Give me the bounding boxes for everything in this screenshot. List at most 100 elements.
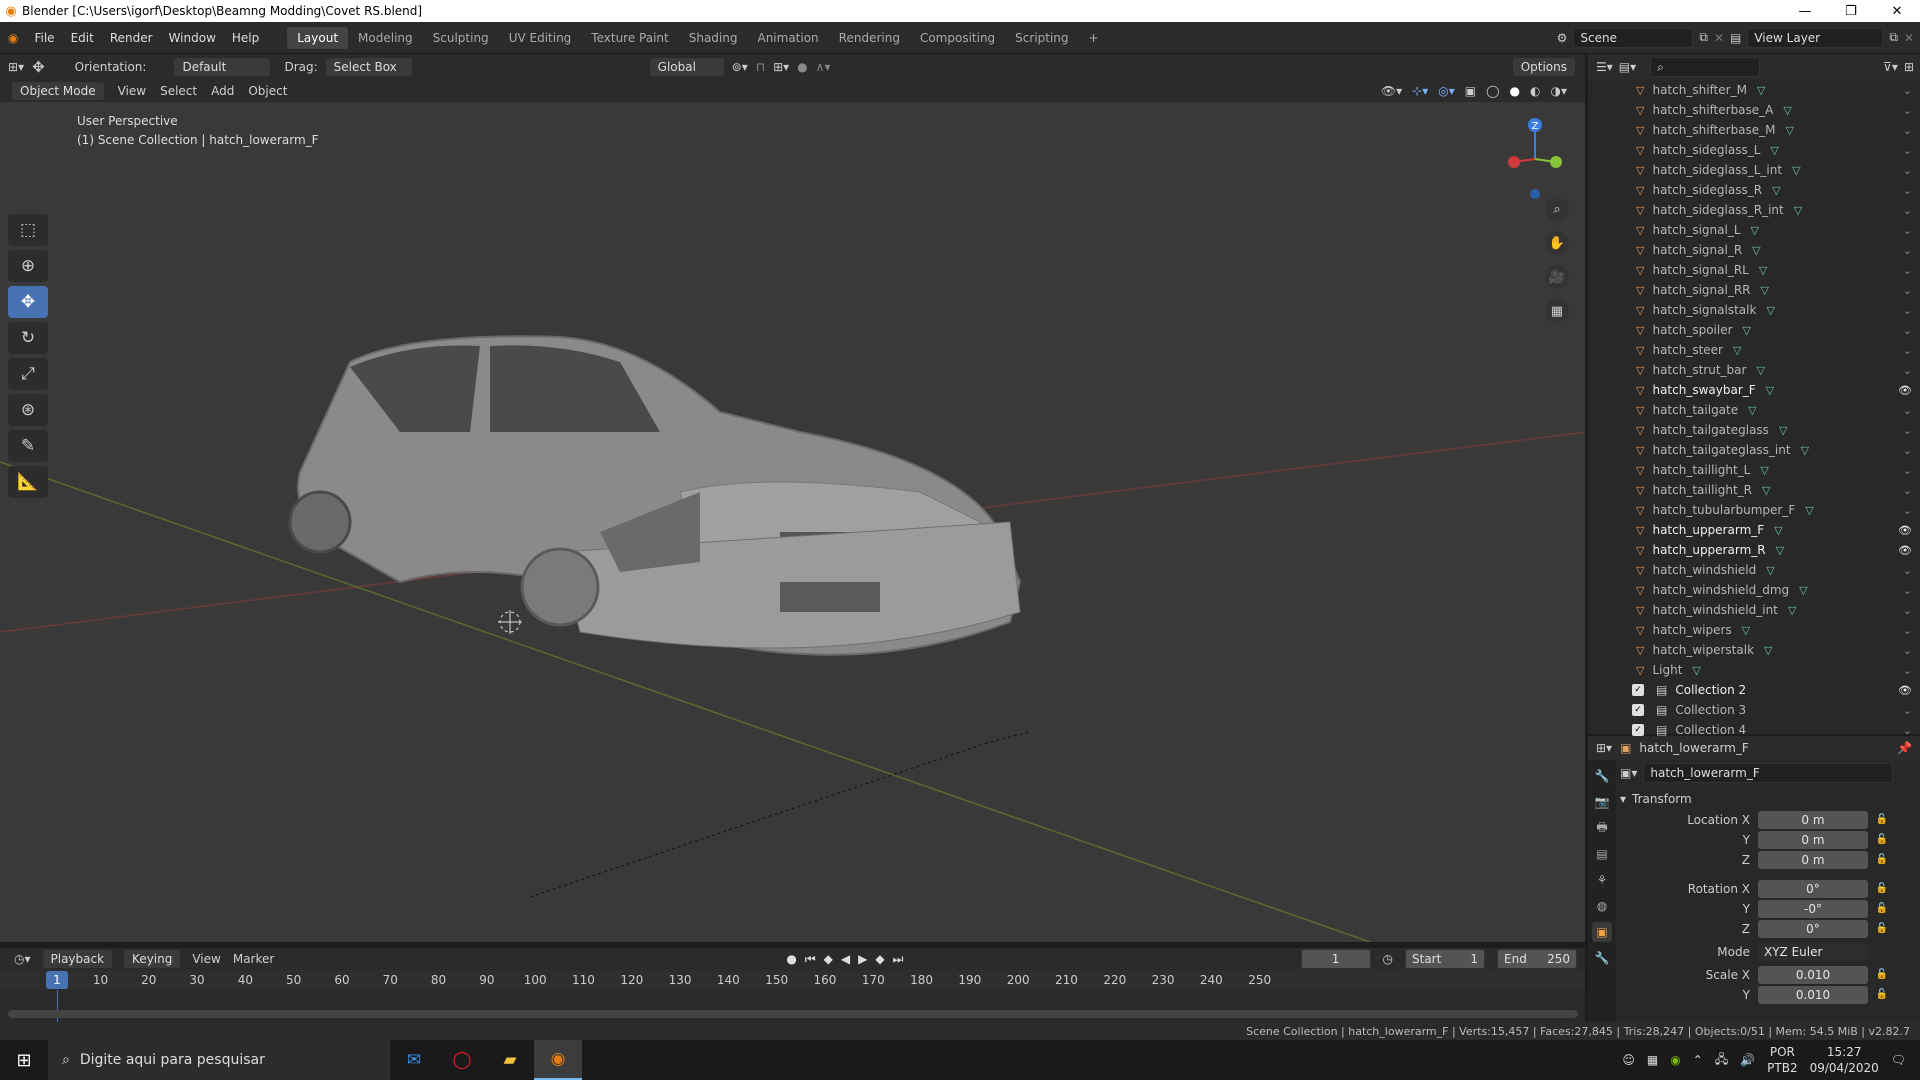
outliner-item[interactable]: ▽ hatch_tailgate ▽ ⌄ xyxy=(1588,400,1920,420)
outlook-app-icon[interactable]: ✉ xyxy=(390,1040,438,1080)
mode-dropdown[interactable]: Object Mode xyxy=(12,82,104,100)
checkbox-icon[interactable]: ✓ xyxy=(1632,724,1644,736)
perspective-grid-icon[interactable]: ▦ xyxy=(1545,299,1569,323)
object-tab-icon[interactable]: ▣ xyxy=(1592,922,1612,942)
camera-view-icon[interactable]: 🎥 xyxy=(1545,265,1569,289)
eye-closed-icon[interactable]: ⌄ xyxy=(1903,604,1912,617)
eye-closed-icon[interactable]: ⌄ xyxy=(1903,244,1912,257)
outliner-item[interactable]: ▽ hatch_windshield_int ▽ ⌄ xyxy=(1588,600,1920,620)
play-reverse-icon[interactable]: ◀ xyxy=(841,952,850,967)
notifications-icon[interactable]: 🗨 xyxy=(1891,1053,1906,1067)
end-frame-field[interactable]: End 250 xyxy=(1497,949,1577,969)
transform-panel-title[interactable]: Transform xyxy=(1632,792,1692,806)
eye-closed-icon[interactable]: ⌄ xyxy=(1903,124,1912,137)
solid-shading-icon[interactable]: ● xyxy=(1510,84,1520,98)
zoom-icon[interactable]: ⌕ xyxy=(1545,197,1569,221)
outliner-item[interactable]: ▽ hatch_signal_RR ▽ ⌄ xyxy=(1588,280,1920,300)
gizmo-toggle-icon[interactable]: ⊹▾ xyxy=(1412,84,1428,98)
blender-taskbar-icon[interactable]: ◉ xyxy=(534,1040,582,1080)
outliner-item[interactable]: ▽ hatch_shifterbase_M ▽ ⌄ xyxy=(1588,120,1920,140)
lock-icon[interactable]: 🔓 xyxy=(1872,903,1892,914)
menu-edit[interactable]: Edit xyxy=(63,31,102,45)
outliner-search-input[interactable]: ⌕ xyxy=(1650,57,1761,77)
outliner-item[interactable]: ▽ hatch_signal_R ▽ ⌄ xyxy=(1588,240,1920,260)
network-icon[interactable]: 🖧 xyxy=(1715,1050,1728,1071)
render-tab-icon[interactable]: 📷 xyxy=(1592,792,1612,812)
outliner-item[interactable]: ▽ hatch_shifterbase_A ▽ ⌄ xyxy=(1588,100,1920,120)
lock-icon[interactable]: 🔓 xyxy=(1872,923,1892,934)
material-shading-icon[interactable]: ◐ xyxy=(1530,84,1540,98)
cursor-tool-icon[interactable]: ⊕ xyxy=(8,250,48,282)
neg-z-axis-icon[interactable] xyxy=(1530,189,1540,199)
outliner-item[interactable]: ▽ hatch_signal_L ▽ ⌄ xyxy=(1588,220,1920,240)
tab-animation[interactable]: Animation xyxy=(747,27,828,49)
checkbox-icon[interactable]: ✓ xyxy=(1632,684,1644,696)
snap-target-icon[interactable]: ⊞▾ xyxy=(773,60,789,74)
outliner-item[interactable]: ▽ hatch_sideglass_R ▽ ⌄ xyxy=(1588,180,1920,200)
outliner-item[interactable]: ▽ hatch_steer ▽ ⌄ xyxy=(1588,340,1920,360)
eye-closed-icon[interactable]: ⌄ xyxy=(1903,664,1912,677)
scale-tool-icon[interactable]: ⤢ xyxy=(8,358,48,390)
tab-shading[interactable]: Shading xyxy=(679,27,748,49)
measure-tool-icon[interactable]: 📐 xyxy=(8,466,48,498)
prev-keyframe-icon[interactable]: ◆ xyxy=(824,952,833,967)
move-tool-button-icon[interactable]: ✥ xyxy=(8,286,48,318)
object-datablock-icon[interactable]: ▣▾ xyxy=(1620,766,1637,780)
record-icon[interactable]: ● xyxy=(786,952,796,967)
eye-closed-icon[interactable]: ⌄ xyxy=(1903,564,1912,577)
tab-texture-paint[interactable]: Texture Paint xyxy=(581,27,678,49)
maximize-button[interactable]: ❐ xyxy=(1828,4,1874,19)
windows-start-icon[interactable]: ⊞ xyxy=(0,1040,48,1080)
lock-icon[interactable]: 🔓 xyxy=(1872,814,1892,825)
eye-closed-icon[interactable]: ⌄ xyxy=(1903,724,1912,737)
outliner-item[interactable]: ▽ hatch_signalstalk ▽ ⌄ xyxy=(1588,300,1920,320)
eye-closed-icon[interactable]: ⌄ xyxy=(1903,424,1912,437)
new-view-layer-icon[interactable]: ⧉ xyxy=(1889,30,1898,45)
timeline-editor-icon[interactable]: ◷▾ xyxy=(14,952,31,966)
eye-closed-icon[interactable]: ⌄ xyxy=(1903,264,1912,277)
orientation-dropdown[interactable]: Default xyxy=(174,58,271,76)
lock-icon[interactable]: 🔓 xyxy=(1872,969,1892,980)
outliner-item[interactable]: ▽ hatch_taillight_R ▽ ⌄ xyxy=(1588,480,1920,500)
outliner-item[interactable]: ▽ hatch_tubularbumper_F ▽ ⌄ xyxy=(1588,500,1920,520)
outliner-item[interactable]: ▽ hatch_wipers ▽ ⌄ xyxy=(1588,620,1920,640)
close-button[interactable]: ✕ xyxy=(1874,4,1920,19)
tab-modeling[interactable]: Modeling xyxy=(348,27,423,49)
overlay-toggle-icon[interactable]: ◎▾ xyxy=(1438,84,1455,98)
pivot-icon[interactable]: ⊚▾ xyxy=(732,60,748,74)
outliner-item[interactable]: ▽ hatch_windshield_dmg ▽ ⌄ xyxy=(1588,580,1920,600)
drag-dropdown[interactable]: Select Box xyxy=(325,58,412,76)
options-dropdown[interactable]: Options xyxy=(1512,58,1575,76)
jump-end-icon[interactable]: ⏭ xyxy=(893,952,904,967)
outliner-item[interactable]: ▽ hatch_sideglass_L_int ▽ ⌄ xyxy=(1588,160,1920,180)
world-tab-icon[interactable]: ◍ xyxy=(1592,896,1612,916)
lock-icon[interactable]: 🔓 xyxy=(1872,989,1892,1000)
tab-layout[interactable]: Layout xyxy=(287,26,349,49)
car-model[interactable] xyxy=(288,335,1022,656)
eye-closed-icon[interactable]: ⌄ xyxy=(1903,184,1912,197)
outliner-item[interactable]: ▽ hatch_tailgateglass ▽ ⌄ xyxy=(1588,420,1920,440)
play-icon[interactable]: ▶ xyxy=(858,952,867,967)
object-name-field[interactable]: hatch_lowerarm_F xyxy=(1643,763,1894,783)
menu-window[interactable]: Window xyxy=(161,31,224,45)
select-box-icon[interactable]: ⬚ xyxy=(8,214,48,246)
pan-hand-icon[interactable]: ✋ xyxy=(1545,231,1569,255)
menu-view[interactable]: View xyxy=(118,84,146,98)
outliner-item[interactable]: ▽ hatch_sideglass_R_int ▽ ⌄ xyxy=(1588,200,1920,220)
tab-scripting[interactable]: Scripting xyxy=(1005,27,1078,49)
eye-closed-icon[interactable]: ⌄ xyxy=(1903,104,1912,117)
language-indicator[interactable]: POR PTB2 xyxy=(1767,1044,1797,1076)
tray-app-icon[interactable]: ▦ xyxy=(1647,1053,1658,1067)
blender-menu-icon[interactable]: ◉ xyxy=(0,31,26,45)
annotate-tool-icon[interactable]: ✎ xyxy=(8,430,48,462)
navigation-gizmo[interactable]: Z xyxy=(1490,112,1580,202)
menu-add[interactable]: Add xyxy=(211,84,234,98)
taskbar-search[interactable]: ⌕ Digite aqui para pesquisar xyxy=(48,1040,390,1080)
outliner-item[interactable]: ▽ hatch_swaybar_F ▽ 👁 xyxy=(1588,380,1920,400)
timeline-scrollbar[interactable] xyxy=(8,1010,1578,1018)
eye-closed-icon[interactable]: ⌄ xyxy=(1903,144,1912,157)
lock-icon[interactable]: 🔓 xyxy=(1872,883,1892,894)
outliner-collection[interactable]: ✓ ▤ Collection 3 ⌄ xyxy=(1588,700,1920,720)
file-explorer-icon[interactable]: ▰ xyxy=(486,1040,534,1080)
jump-start-icon[interactable]: ⏮ xyxy=(805,952,816,967)
